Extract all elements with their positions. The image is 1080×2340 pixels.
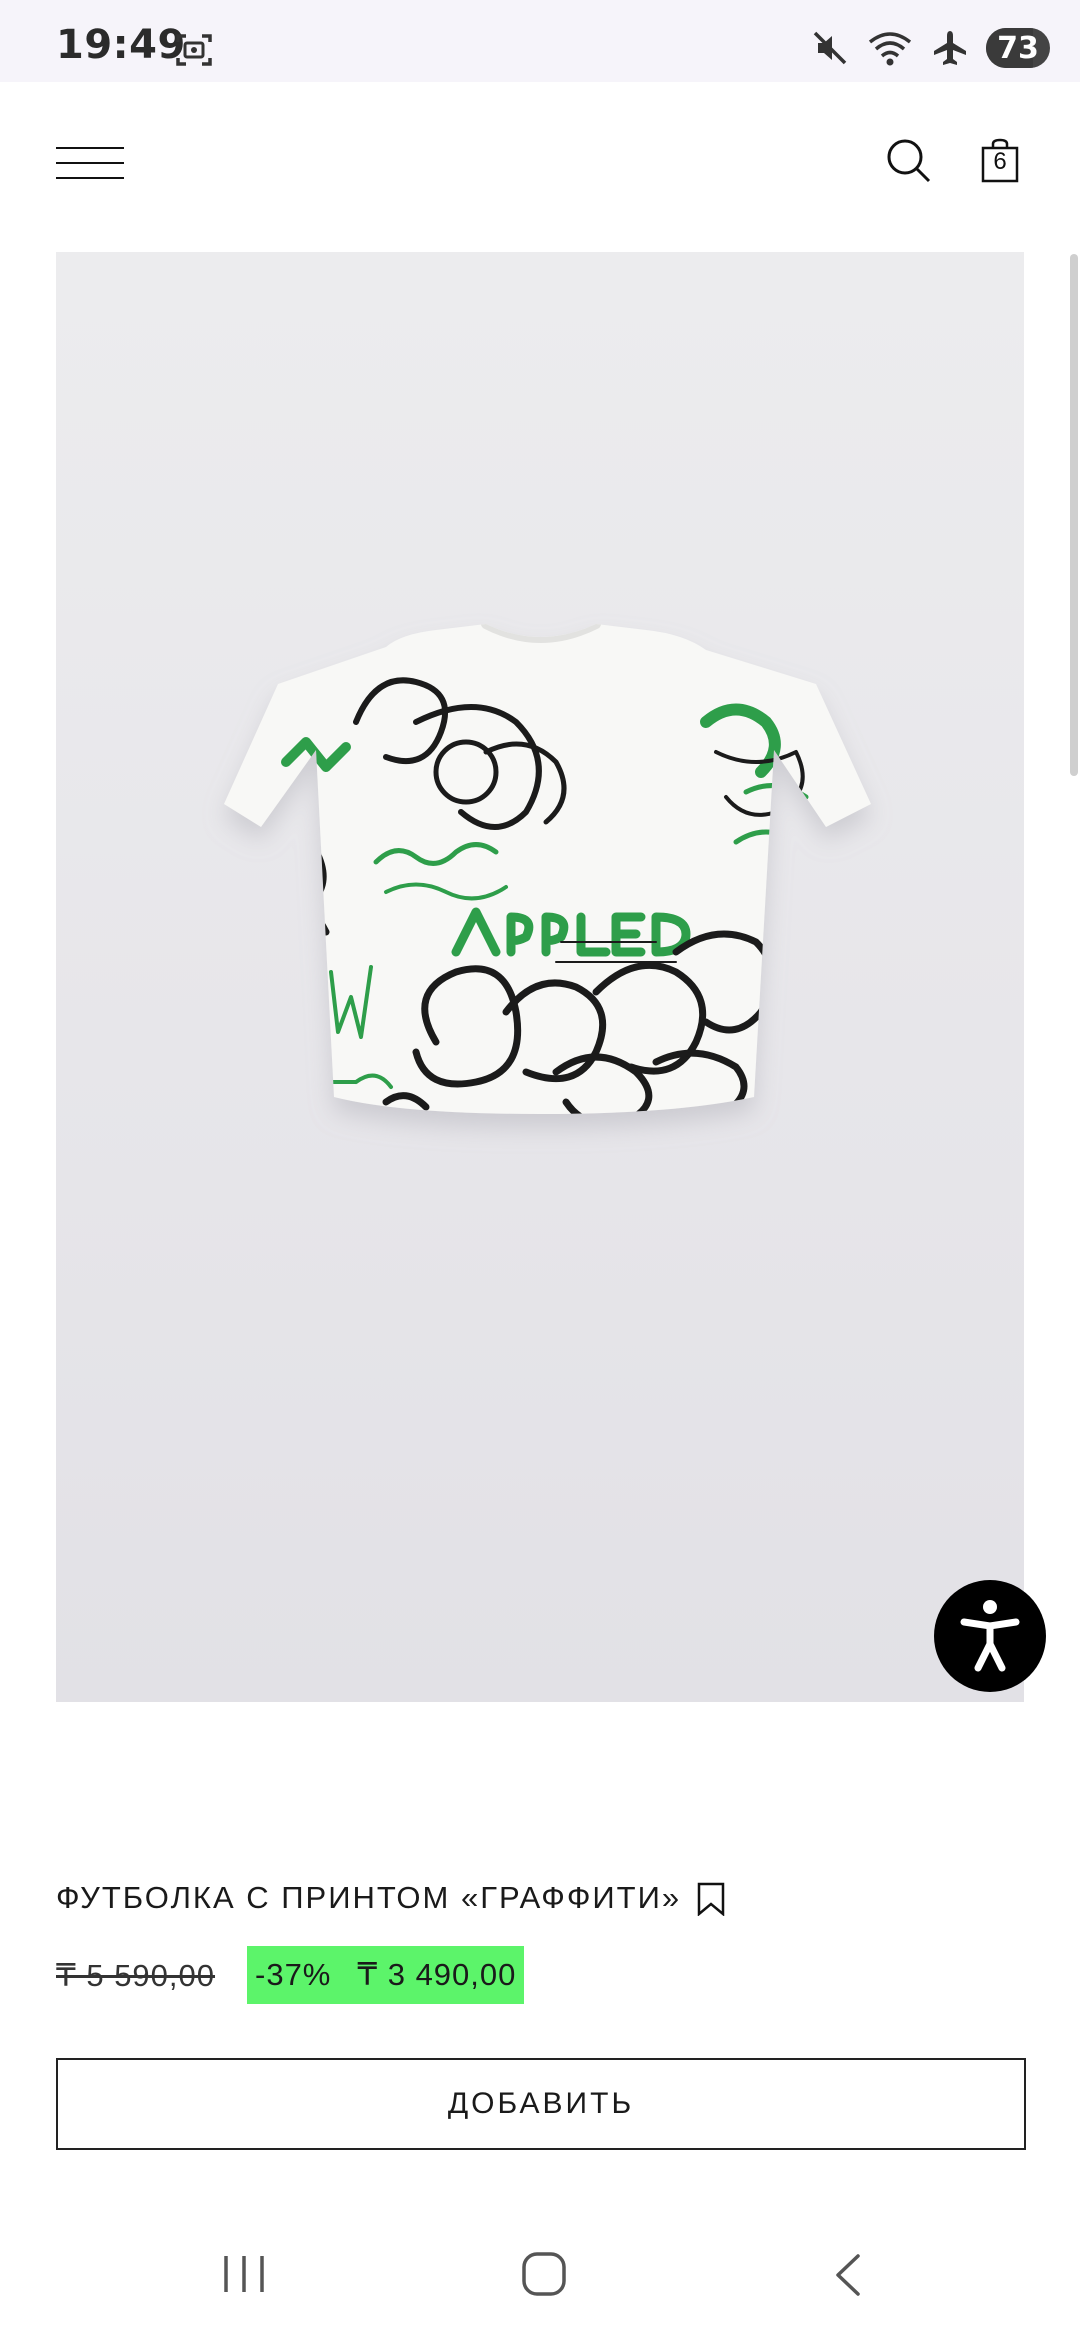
tshirt-illustration [224, 624, 871, 1114]
battery-icon: 73 [986, 28, 1050, 68]
status-bar: 19:49 73 [0, 0, 1080, 82]
add-to-cart-button[interactable]: ДОБАВИТЬ [56, 2058, 1026, 2150]
cart-count: 6 [993, 148, 1007, 175]
accessibility-icon [960, 1600, 1020, 1672]
scrollbar[interactable] [1070, 254, 1078, 776]
home-icon[interactable] [520, 2250, 568, 2298]
mute-icon [813, 31, 847, 65]
product-image[interactable] [56, 252, 1024, 1702]
status-icons: 73 [810, 26, 1050, 70]
menu-icon[interactable] [56, 146, 124, 180]
airplane-icon [934, 31, 966, 65]
product-title: ФУТБОЛКА С ПРИНТОМ «ГРАФФИТИ» [56, 1880, 682, 1915]
old-price: ₸ 5 590,00 [56, 1958, 216, 1993]
accessibility-button[interactable] [934, 1580, 1046, 1692]
discount-percent: -37% [255, 1957, 332, 1992]
search-icon[interactable] [886, 138, 932, 184]
screenshot-icon [176, 34, 212, 66]
back-icon[interactable] [830, 2252, 864, 2298]
recent-apps-icon[interactable] [222, 2254, 266, 2294]
sale-price: ₸ 3 490,00 [357, 1957, 517, 1992]
battery-level: 73 [997, 31, 1039, 66]
wifi-icon [868, 32, 912, 66]
status-time: 19:49 [56, 22, 186, 68]
bookmark-icon[interactable] [696, 1882, 726, 1916]
sale-badge: -37% ₸ 3 490,00 [247, 1946, 525, 2004]
